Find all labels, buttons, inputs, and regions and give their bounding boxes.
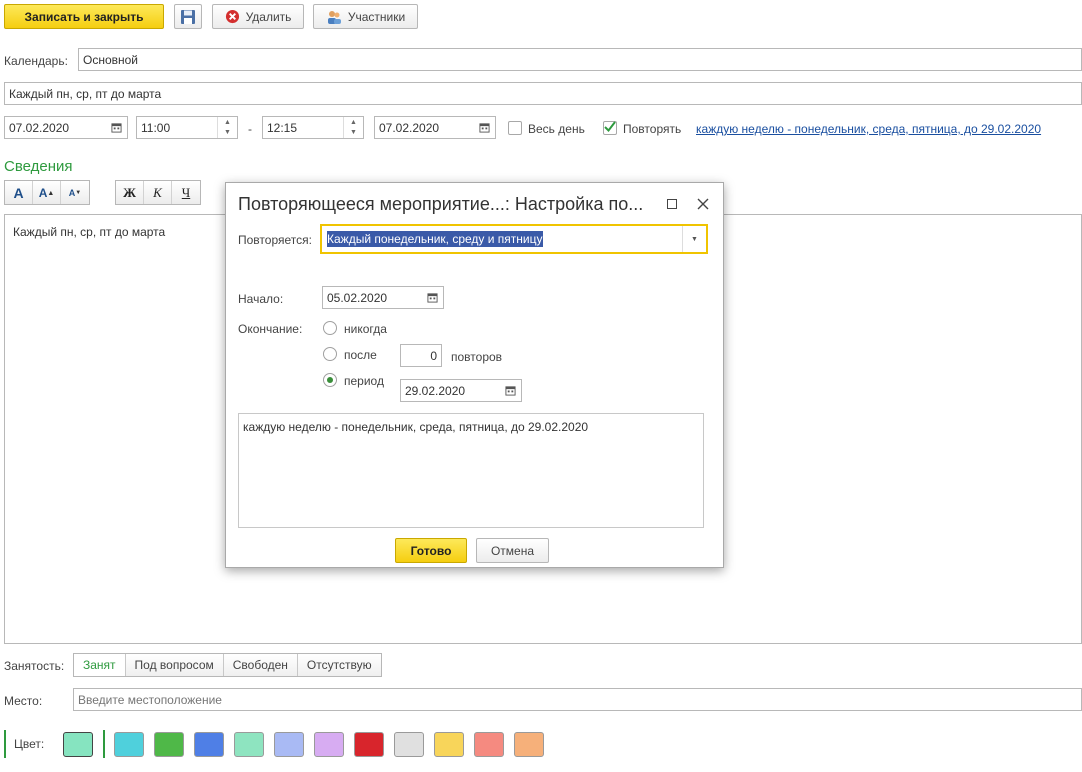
busy-option-free[interactable]: Свободен bbox=[224, 654, 298, 676]
maximize-icon[interactable] bbox=[667, 199, 677, 209]
done-button[interactable]: Готово bbox=[395, 538, 467, 563]
delete-icon bbox=[225, 9, 239, 24]
calendar-icon[interactable] bbox=[105, 117, 127, 138]
end-period-label: период bbox=[344, 374, 384, 388]
start-label: Начало: bbox=[238, 292, 284, 306]
subject-input[interactable]: Каждый пн, ср, пт до марта bbox=[4, 82, 1082, 105]
chevron-down-icon[interactable]: ▼ bbox=[682, 226, 706, 252]
all-day-checkbox[interactable] bbox=[508, 121, 522, 135]
italic-button[interactable]: К bbox=[144, 181, 172, 204]
details-heading: Сведения bbox=[4, 158, 73, 175]
font-large-button[interactable]: A bbox=[5, 181, 33, 204]
start-time-spinner[interactable]: ▲ ▼ bbox=[217, 117, 237, 138]
place-label: Место: bbox=[4, 694, 43, 708]
dialog-title: Повторяющееся мероприятие...: Настройка … bbox=[238, 194, 644, 214]
end-never-label: никогда bbox=[344, 322, 387, 336]
calendar-icon[interactable] bbox=[473, 117, 495, 138]
bold-button[interactable]: Ж bbox=[116, 181, 144, 204]
spin-up-icon[interactable]: ▲ bbox=[350, 119, 357, 126]
close-icon[interactable] bbox=[697, 198, 709, 210]
spin-up-icon[interactable]: ▲ bbox=[224, 119, 231, 126]
end-period-radio[interactable] bbox=[323, 373, 337, 387]
calendar-icon[interactable] bbox=[499, 380, 521, 401]
place-input[interactable] bbox=[73, 688, 1082, 711]
period-end-date-field[interactable]: 29.02.2020 bbox=[400, 379, 522, 402]
color-swatch[interactable] bbox=[514, 732, 544, 757]
participants-button[interactable]: Участники bbox=[313, 4, 418, 29]
color-swatch[interactable] bbox=[394, 732, 424, 757]
color-swatch[interactable] bbox=[434, 732, 464, 757]
calendar-label: Календарь: bbox=[4, 54, 68, 68]
repeat-checkbox[interactable] bbox=[603, 121, 617, 135]
start-date-field[interactable]: 07.02.2020 bbox=[4, 116, 128, 139]
all-day-label: Весь день bbox=[528, 122, 585, 136]
color-swatch[interactable] bbox=[234, 732, 264, 757]
calendar-icon[interactable] bbox=[421, 287, 443, 308]
calendar-field[interactable]: Основной bbox=[78, 48, 1082, 71]
color-swatch[interactable] bbox=[194, 732, 224, 757]
color-label: Цвет: bbox=[14, 737, 45, 751]
save-button[interactable] bbox=[174, 4, 202, 29]
end-time-spinner[interactable]: ▲ ▼ bbox=[343, 117, 363, 138]
busy-option-away[interactable]: Отсутствую bbox=[298, 654, 381, 676]
floppy-icon bbox=[181, 9, 195, 24]
spin-down-icon[interactable]: ▼ bbox=[350, 129, 357, 136]
color-swatch[interactable] bbox=[274, 732, 304, 757]
busy-option-tentative[interactable]: Под вопросом bbox=[126, 654, 224, 676]
start-time-field[interactable]: 11:00 ▲ ▼ bbox=[136, 116, 238, 139]
color-accent-bar bbox=[4, 730, 6, 758]
recurrence-summary: каждую неделю - понедельник, среда, пятн… bbox=[238, 413, 704, 528]
repeat-count-input[interactable]: 0 bbox=[400, 344, 442, 367]
end-after-label: после bbox=[344, 348, 377, 362]
end-never-radio[interactable] bbox=[323, 321, 337, 335]
repeat-count-suffix: повторов bbox=[451, 350, 503, 364]
repeat-label: Повторять bbox=[623, 122, 682, 136]
start-date-field[interactable]: 05.02.2020 bbox=[322, 286, 444, 309]
busy-option-busy[interactable]: Занят bbox=[74, 654, 126, 676]
spin-down-icon[interactable]: ▼ bbox=[224, 129, 231, 136]
checkmark-icon bbox=[604, 121, 616, 133]
delete-button[interactable]: Удалить bbox=[212, 4, 304, 29]
font-decrease-button[interactable]: A ▼ bbox=[61, 181, 89, 204]
busy-selector: Занят Под вопросом Свободен Отсутствую bbox=[73, 653, 382, 677]
end-after-radio[interactable] bbox=[323, 347, 337, 361]
font-increase-button[interactable]: A ▲ bbox=[33, 181, 61, 204]
underline-button[interactable]: Ч bbox=[172, 181, 200, 204]
color-swatch[interactable] bbox=[154, 732, 184, 757]
end-label: Окончание: bbox=[238, 322, 303, 336]
color-swatch[interactable] bbox=[474, 732, 504, 757]
recurrence-dialog: Повторяющееся мероприятие...: Настройка … bbox=[225, 182, 724, 568]
repeats-label: Повторяется: bbox=[238, 233, 312, 247]
color-swatch[interactable] bbox=[314, 732, 344, 757]
color-swatch[interactable] bbox=[114, 732, 144, 757]
participants-icon bbox=[327, 10, 341, 24]
repeats-select[interactable]: Каждый понедельник, среду и пятницу ▼ bbox=[320, 224, 708, 254]
cancel-button[interactable]: Отмена bbox=[476, 538, 549, 563]
busy-label: Занятость: bbox=[4, 659, 65, 673]
end-time-field[interactable]: 12:15 ▲ ▼ bbox=[262, 116, 364, 139]
time-separator: - bbox=[248, 122, 252, 136]
save-and-close-button[interactable]: Записать и закрыть bbox=[4, 4, 164, 29]
selected-color-swatch[interactable] bbox=[63, 732, 93, 757]
color-swatch[interactable] bbox=[354, 732, 384, 757]
end-date-field[interactable]: 07.02.2020 bbox=[374, 116, 496, 139]
text-style-toolbar: Ж К Ч bbox=[115, 180, 201, 205]
repeat-settings-link[interactable]: каждую неделю - понедельник, среда, пятн… bbox=[696, 122, 1041, 136]
color-divider bbox=[103, 730, 105, 758]
font-size-toolbar: A A ▲ A ▼ bbox=[4, 180, 90, 205]
